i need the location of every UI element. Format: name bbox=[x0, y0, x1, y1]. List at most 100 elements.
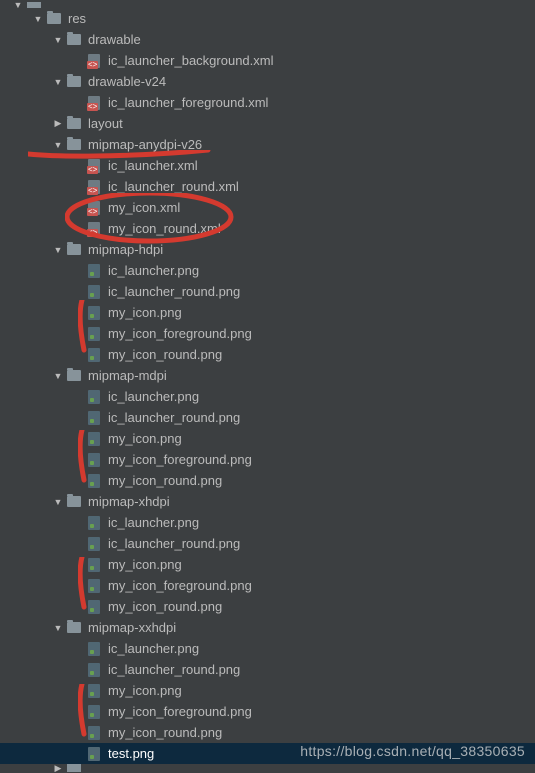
tree-item-label: my_icon_round.png bbox=[108, 347, 222, 362]
image-file-icon bbox=[86, 536, 102, 552]
image-file-icon bbox=[86, 263, 102, 279]
tree-row[interactable]: my_icon_foreground.png bbox=[0, 575, 535, 596]
image-file-icon bbox=[86, 746, 102, 762]
folder-icon bbox=[66, 32, 82, 48]
chevron-down-icon[interactable]: ▼ bbox=[52, 496, 64, 508]
chevron-down-icon[interactable]: ▼ bbox=[52, 34, 64, 46]
tree-row[interactable]: ic_launcher.png bbox=[0, 260, 535, 281]
tree-item-label: ic_launcher_foreground.xml bbox=[108, 95, 268, 110]
tree-item-label: test.png bbox=[108, 746, 154, 761]
folder-icon bbox=[66, 116, 82, 132]
image-file-icon bbox=[86, 326, 102, 342]
tree-row[interactable]: ▼drawable-v24 bbox=[0, 71, 535, 92]
tree-item-label: my_icon_round.xml bbox=[108, 221, 221, 236]
tree-row[interactable]: ic_launcher_background.xml bbox=[0, 50, 535, 71]
image-file-icon bbox=[86, 641, 102, 657]
tree-item-label: mipmap-mdpi bbox=[88, 368, 167, 383]
folder-icon bbox=[66, 368, 82, 384]
image-file-icon bbox=[86, 347, 102, 363]
tree-row[interactable]: ic_launcher.png bbox=[0, 512, 535, 533]
xml-file-icon bbox=[86, 179, 102, 195]
xml-file-icon bbox=[86, 200, 102, 216]
tree-item-label: my_icon.png bbox=[108, 557, 182, 572]
chevron-down-icon[interactable]: ▼ bbox=[12, 2, 24, 8]
tree-item-label: mipmap-xhdpi bbox=[88, 494, 170, 509]
tree-item-label: ic_launcher_round.png bbox=[108, 536, 240, 551]
tree-row[interactable]: ▼ drawable bbox=[0, 29, 535, 50]
tree-item-label: my_icon.png bbox=[108, 305, 182, 320]
tree-item-label: my_icon_round.png bbox=[108, 599, 222, 614]
image-file-icon bbox=[86, 662, 102, 678]
image-file-icon bbox=[86, 284, 102, 300]
tree-row[interactable]: ic_launcher.png bbox=[0, 386, 535, 407]
tree-row[interactable]: ▼ res bbox=[0, 8, 535, 29]
tree-row[interactable]: ic_launcher_round.png bbox=[0, 407, 535, 428]
tree-item-label: my_icon.xml bbox=[108, 200, 180, 215]
tree-row[interactable]: my_icon_foreground.png bbox=[0, 323, 535, 344]
tree-row[interactable]: my_icon.png bbox=[0, 302, 535, 323]
folder-icon bbox=[46, 11, 62, 27]
tree-row[interactable]: ic_launcher.xml bbox=[0, 155, 535, 176]
image-file-icon bbox=[86, 410, 102, 426]
chevron-down-icon[interactable]: ▼ bbox=[52, 370, 64, 382]
tree-item-label: my_icon_foreground.png bbox=[108, 326, 252, 341]
xml-file-icon bbox=[86, 158, 102, 174]
tree-row[interactable]: my_icon.xml bbox=[0, 197, 535, 218]
tree-row[interactable]: my_icon.png bbox=[0, 554, 535, 575]
tree-item-label: ic_launcher_round.xml bbox=[108, 179, 239, 194]
tree-item-label: mipmap-hdpi bbox=[88, 242, 163, 257]
tree-row[interactable]: ic_launcher.png bbox=[0, 638, 535, 659]
image-file-icon bbox=[86, 431, 102, 447]
tree-item-label: my_icon.png bbox=[108, 683, 182, 698]
tree-row[interactable]: ic_launcher_round.png bbox=[0, 281, 535, 302]
tree-item-label: ic_launcher.xml bbox=[108, 158, 198, 173]
image-file-icon bbox=[86, 704, 102, 720]
tree-row[interactable]: ▼ mipmap-mdpi bbox=[0, 365, 535, 386]
chevron-down-icon[interactable]: ▼ bbox=[52, 244, 64, 256]
tree-row[interactable]: ic_launcher_round.png bbox=[0, 659, 535, 680]
tree-item-label: my_icon_foreground.png bbox=[108, 452, 252, 467]
image-file-icon bbox=[86, 599, 102, 615]
image-file-icon bbox=[86, 473, 102, 489]
image-file-icon bbox=[86, 725, 102, 741]
tree-row[interactable]: ic_launcher_round.xml bbox=[0, 176, 535, 197]
tree-item-label: ic_launcher.png bbox=[108, 389, 199, 404]
chevron-down-icon[interactable]: ▼ bbox=[52, 622, 64, 634]
tree-row[interactable]: ic_launcher_foreground.xml bbox=[0, 92, 535, 113]
folder-icon bbox=[26, 2, 42, 8]
tree-row[interactable]: my_icon_round.png bbox=[0, 722, 535, 743]
chevron-down-icon[interactable]: ▼ bbox=[52, 76, 64, 88]
tree-row[interactable]: my_icon_foreground.png bbox=[0, 701, 535, 722]
tree-row[interactable]: ▶ layout bbox=[0, 113, 535, 134]
tree-item-label: my_icon.png bbox=[108, 431, 182, 446]
tree-item-label: res bbox=[68, 11, 86, 26]
tree-item-label: my_icon_round.png bbox=[108, 725, 222, 740]
tree-row[interactable]: ▶ bbox=[0, 764, 535, 772]
tree-item-label: layout bbox=[88, 116, 123, 131]
folder-icon bbox=[66, 242, 82, 258]
image-file-icon bbox=[86, 515, 102, 531]
tree-item-label: drawable bbox=[88, 32, 141, 47]
tree-row[interactable]: my_icon.png bbox=[0, 680, 535, 701]
project-tree[interactable]: ▼ ▼ res ▼ drawable ic_launcher_background.xml… bbox=[0, 0, 535, 772]
tree-row[interactable]: my_icon.png bbox=[0, 428, 535, 449]
chevron-down-icon[interactable]: ▼ bbox=[52, 139, 64, 151]
tree-row[interactable]: ic_launcher_round.png bbox=[0, 533, 535, 554]
tree-row[interactable]: my_icon_round.png bbox=[0, 344, 535, 365]
tree-item-label: ic_launcher.png bbox=[108, 641, 199, 656]
tree-row[interactable]: my_icon_round.xml bbox=[0, 218, 535, 239]
folder-icon bbox=[66, 620, 82, 636]
tree-item-label: ic_launcher_round.png bbox=[108, 662, 240, 677]
tree-row[interactable]: ▼ mipmap-hdpi bbox=[0, 239, 535, 260]
chevron-right-icon[interactable]: ▶ bbox=[52, 764, 64, 772]
chevron-right-icon[interactable]: ▶ bbox=[52, 118, 64, 130]
tree-row[interactable]: my_icon_round.png bbox=[0, 470, 535, 491]
folder-icon bbox=[66, 137, 82, 153]
chevron-down-icon[interactable]: ▼ bbox=[32, 13, 44, 25]
tree-item-label: my_icon_round.png bbox=[108, 473, 222, 488]
tree-row[interactable]: ▼mipmap-xxhdpi bbox=[0, 617, 535, 638]
tree-row[interactable]: ▼mipmap-anydpi-v26 bbox=[0, 134, 535, 155]
tree-row[interactable]: my_icon_round.png bbox=[0, 596, 535, 617]
tree-row[interactable]: my_icon_foreground.png bbox=[0, 449, 535, 470]
tree-row[interactable]: ▼ mipmap-xhdpi bbox=[0, 491, 535, 512]
